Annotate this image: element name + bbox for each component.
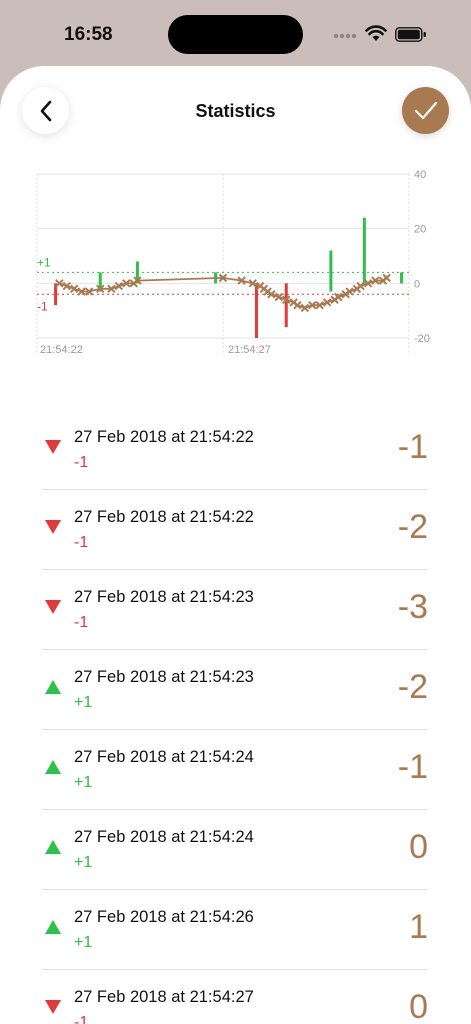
triangle-down-icon xyxy=(45,1000,61,1014)
chart-bar xyxy=(329,250,333,292)
history-list: 27 Feb 2018 at 21:54:22 -1 -1 27 Feb 2018 a… xyxy=(42,410,428,1024)
triangle-down-icon xyxy=(45,440,61,454)
item-total: -3 xyxy=(397,588,428,626)
triangle-down-icon xyxy=(45,520,61,534)
item-delta: +1 xyxy=(74,934,93,951)
item-date: 27 Feb 2018 at 21:54:27 xyxy=(74,988,254,1006)
item-total: -1 xyxy=(397,428,428,466)
chart-bar xyxy=(254,283,258,338)
item-delta: -1 xyxy=(74,1014,89,1024)
reference-line-label: +1 xyxy=(37,255,51,269)
item-date: 27 Feb 2018 at 21:54:22 xyxy=(74,428,254,446)
y-tick-label: 20 xyxy=(414,224,426,236)
list-item[interactable]: 27 Feb 2018 at 21:54:22 -1 -1 xyxy=(42,410,428,490)
item-date: 27 Feb 2018 at 21:54:24 xyxy=(74,828,254,846)
wifi-icon xyxy=(365,25,387,41)
list-item[interactable]: 27 Feb 2018 at 21:54:27 -1 0 xyxy=(42,970,428,1024)
triangle-down-icon xyxy=(45,600,61,614)
item-date: 27 Feb 2018 at 21:54:23 xyxy=(74,668,254,686)
statistics-sheet: Statistics 40 20 0 -20 21:54:22 21:54:27 +1 -1 … xyxy=(0,66,471,1024)
statistics-chart: 40 20 0 -20 21:54:22 21:54:27 +1 -1 xyxy=(36,169,430,356)
item-delta: +1 xyxy=(74,854,93,871)
y-tick-label: 40 xyxy=(414,169,426,181)
reference-line-label: -1 xyxy=(37,299,48,313)
confirm-button[interactable] xyxy=(402,87,449,134)
battery-icon xyxy=(395,27,426,42)
triangle-up-icon xyxy=(45,840,61,854)
item-delta: -1 xyxy=(74,534,89,551)
chart-point xyxy=(382,273,391,283)
x-tick-label: 21:54:22 xyxy=(40,344,83,356)
navigation-bar: Statistics xyxy=(0,66,471,156)
list-item[interactable]: 27 Feb 2018 at 21:54:24 +1 -1 xyxy=(42,730,428,810)
item-date: 27 Feb 2018 at 21:54:23 xyxy=(74,588,254,606)
item-total: 0 xyxy=(409,828,428,866)
checkmark-icon xyxy=(414,101,437,119)
chart-bar xyxy=(362,217,366,284)
triangle-up-icon xyxy=(45,760,61,774)
item-delta: +1 xyxy=(74,694,93,711)
item-total: -1 xyxy=(397,748,428,786)
item-delta: -1 xyxy=(74,454,89,471)
x-tick-label: 21:54:27 xyxy=(228,344,271,356)
item-total: 1 xyxy=(409,908,428,946)
list-item[interactable]: 27 Feb 2018 at 21:54:24 +1 0 xyxy=(42,810,428,890)
page-title: Statistics xyxy=(195,101,276,121)
dynamic-island xyxy=(168,15,303,54)
triangle-up-icon xyxy=(45,680,61,694)
triangle-up-icon xyxy=(45,920,61,934)
item-date: 27 Feb 2018 at 21:54:24 xyxy=(74,748,254,766)
chart-bar xyxy=(284,283,288,328)
y-tick-label: -20 xyxy=(414,333,430,345)
item-delta: +1 xyxy=(74,774,93,791)
y-tick-label: 0 xyxy=(414,278,420,290)
status-bar: 16:58 xyxy=(0,0,471,66)
list-item[interactable]: 27 Feb 2018 at 21:54:26 +1 1 xyxy=(42,890,428,970)
list-item[interactable]: 27 Feb 2018 at 21:54:22 -1 -2 xyxy=(42,490,428,570)
item-date: 27 Feb 2018 at 21:54:22 xyxy=(74,508,254,526)
chart-bar xyxy=(400,272,404,284)
item-delta: -1 xyxy=(74,614,89,631)
item-total: -2 xyxy=(397,508,428,546)
item-total: 0 xyxy=(409,988,428,1024)
cellular-signal-icon xyxy=(333,33,357,39)
item-total: -2 xyxy=(397,668,428,706)
list-item[interactable]: 27 Feb 2018 at 21:54:23 -1 -3 xyxy=(42,570,428,650)
item-date: 27 Feb 2018 at 21:54:26 xyxy=(74,908,254,926)
status-time: 16:58 xyxy=(64,24,113,45)
list-item[interactable]: 27 Feb 2018 at 21:54:23 +1 -2 xyxy=(42,650,428,730)
